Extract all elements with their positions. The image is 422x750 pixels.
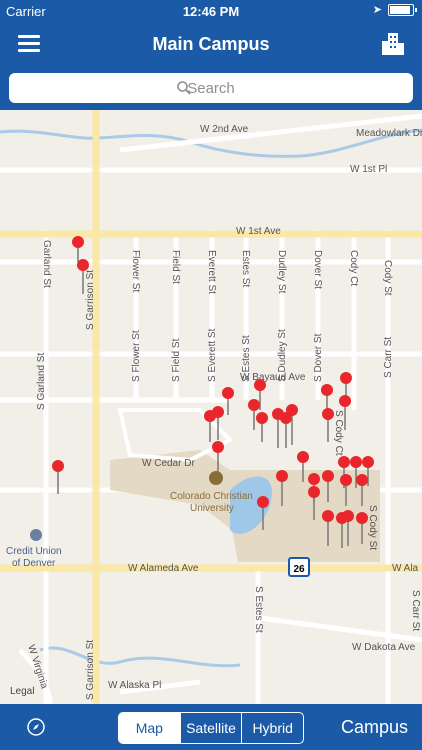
street-flower-st: Flower St <box>130 250 141 292</box>
street-dover-st: Dover St <box>312 250 323 289</box>
street-estes-st: Estes St <box>240 250 251 287</box>
street-w-ala: W Ala <box>392 563 419 574</box>
street-s-garrison-st-south: S Garrison St <box>85 640 96 700</box>
university-name-1: Colorado Christian <box>170 491 253 502</box>
location-arrow-icon: ➤ <box>372 4 382 16</box>
street-s-garrison-st: S Garrison St <box>85 270 96 330</box>
street-s-dudley-st: S Dudley St <box>277 329 288 382</box>
status-time: 12:46 PM <box>182 4 240 19</box>
university-icon[interactable] <box>209 471 223 485</box>
street-w-2nd-ave: W 2nd Ave <box>200 124 249 135</box>
street-w-alameda-ave: W Alameda Ave <box>128 563 199 574</box>
street-w-1st-ave: W 1st Ave <box>236 226 281 237</box>
map-type-segmented-control: Map Satellite Hybrid <box>118 712 304 744</box>
street-s-garland-st: S Garland St <box>36 353 47 410</box>
map-canvas: W 2nd Ave Meadowlark Dr W 1st Pl W 1st A… <box>0 110 422 704</box>
street-garland-st: Garland St <box>41 240 52 288</box>
map-view[interactable]: W 2nd Ave Meadowlark Dr W 1st Pl W 1st A… <box>0 110 422 704</box>
street-cody-st: Cody St <box>382 260 393 296</box>
search-bar: Search <box>0 66 422 110</box>
street-s-estes-st: S Estes St <box>241 335 252 382</box>
bank-name-1: Credit Union <box>6 546 62 557</box>
street-s-field-st: S Field St <box>171 338 182 382</box>
street-dudley-st: Dudley St <box>276 250 287 294</box>
legal-link[interactable]: Legal <box>10 686 34 697</box>
nav-bar: Main Campus <box>0 22 422 66</box>
campus-button[interactable]: Campus <box>341 717 408 738</box>
hybrid-button[interactable]: Hybrid <box>241 713 303 743</box>
street-w-1st-pl: W 1st Pl <box>350 164 387 175</box>
university-name-2: University <box>190 503 234 514</box>
building-icon[interactable] <box>382 31 404 55</box>
battery-icon <box>388 3 417 16</box>
street-s-estes-st-south: S Estes St <box>253 586 264 633</box>
street-meadowlark-dr: Meadowlark Dr <box>356 128 422 139</box>
street-w-dakota-ave: W Dakota Ave <box>352 642 416 653</box>
search-input[interactable]: Search <box>9 73 413 103</box>
search-placeholder: Search <box>187 80 235 97</box>
bank-icon[interactable] <box>30 529 42 541</box>
compass-icon[interactable] <box>27 718 45 736</box>
street-s-dover-st: S Dover St <box>313 333 324 382</box>
street-w-alaska-pl: W Alaska Pl <box>108 680 161 691</box>
bottom-toolbar: Map Satellite Hybrid Campus <box>0 704 422 750</box>
route-shield-number: 26 <box>293 564 305 575</box>
status-bar: Carrier 12:46 PM ➤ <box>0 0 422 22</box>
street-s-carr-st-south: S Carr St <box>410 590 421 631</box>
bank-name-2: of Denver <box>12 558 56 569</box>
street-s-flower-st: S Flower St <box>131 330 142 382</box>
satellite-button[interactable]: Satellite <box>179 713 242 743</box>
street-everett-st: Everett St <box>206 250 217 294</box>
street-s-carr-st: S Carr St <box>383 337 394 378</box>
page-title: Main Campus <box>152 34 270 54</box>
street-s-cody-ct: S Cody Ct <box>333 410 344 456</box>
street-w-cedar-dr: W Cedar Dr <box>142 458 195 469</box>
street-s-everett-st: S Everett St <box>207 328 218 382</box>
street-cody-ct: Cody Ct <box>348 250 359 286</box>
street-field-st: Field St <box>170 250 181 284</box>
map-button[interactable]: Map <box>119 713 180 743</box>
status-right: ➤ <box>372 3 417 16</box>
street-s-cody-st: S Cody St <box>367 505 378 550</box>
